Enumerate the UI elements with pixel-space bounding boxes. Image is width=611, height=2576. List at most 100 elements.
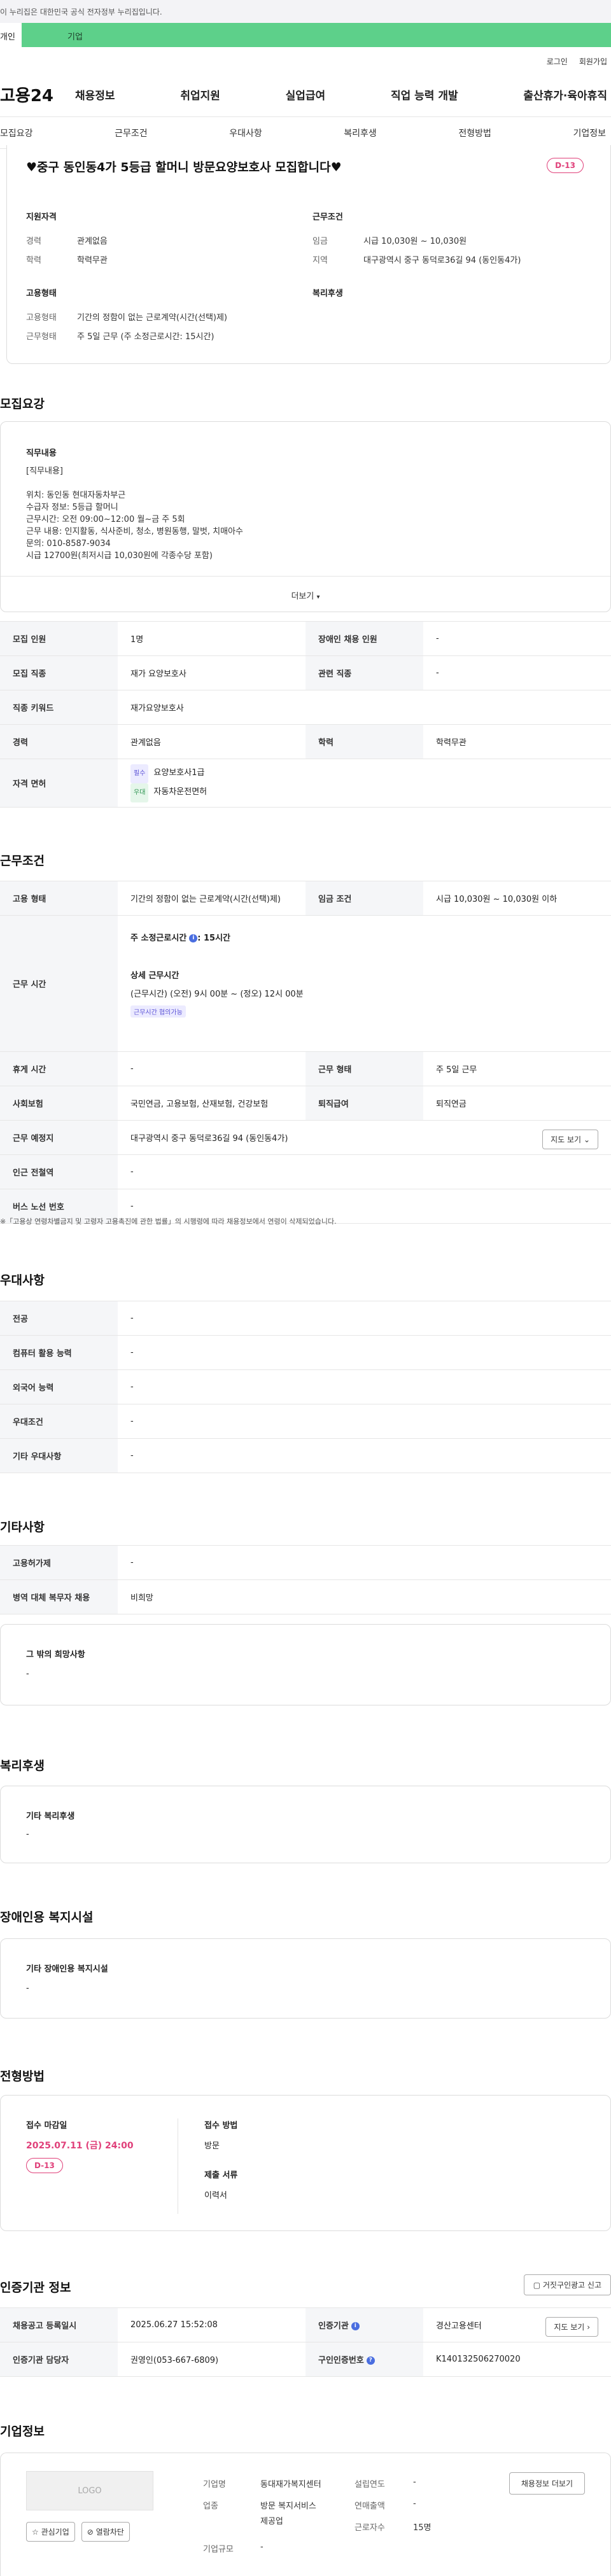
info-icon[interactable]: ? bbox=[366, 2356, 375, 2365]
tab-personal[interactable]: 개인 bbox=[0, 23, 22, 47]
keyword-value: 재가요양보호사 bbox=[118, 690, 611, 725]
anchor-work[interactable]: 근무조건 bbox=[115, 127, 148, 139]
station-value: - bbox=[118, 1154, 611, 1189]
anchor-selection[interactable]: 전형방법 bbox=[458, 127, 491, 139]
edu-row-label: 학력 bbox=[306, 724, 423, 759]
table-row: 모집 인원 1명 장애인 채용 인원 - bbox=[0, 621, 611, 656]
favorite-company-button[interactable]: ☆ 관심기업 bbox=[26, 2522, 75, 2542]
anchor-recruit[interactable]: 모집요강 bbox=[0, 127, 33, 139]
agency-org-label-text: 인증기관 bbox=[318, 2321, 349, 2331]
workplace-value: 대구광역시 중구 동덕로36길 94 (동인동4가) 지도 보기 ⌄ bbox=[118, 1120, 611, 1155]
report-icon: ▢ bbox=[533, 2281, 541, 2290]
license-value: 필수 요양보호사1급 우대 자동차운전면허 bbox=[118, 759, 611, 808]
company-size-label: 기업규모 bbox=[203, 2545, 234, 2554]
table-row: 외국어 능력 - bbox=[0, 1369, 611, 1404]
industry-value-line: 제공업 bbox=[260, 2517, 283, 2526]
hours-value: 주 소정근로시간 i: 15시간 상세 근무시간 (근무시간) (오전) 9시 0… bbox=[118, 915, 611, 1052]
prefer-value: - bbox=[118, 1369, 611, 1404]
required-tag: 필수 bbox=[130, 764, 149, 783]
tab-company[interactable]: 기업 bbox=[22, 23, 611, 47]
welfare-card-title: 기타 복리후생 bbox=[26, 1812, 75, 1821]
employment-type-label: 고용형태 bbox=[26, 313, 57, 323]
prefer-value: - bbox=[118, 1301, 611, 1336]
etc-value: 비희망 bbox=[118, 1579, 611, 1614]
job-label: 모집 직종 bbox=[0, 655, 118, 690]
deadline-title: 접수 마감일 bbox=[26, 2121, 67, 2131]
more-button[interactable]: 더보기 ▾ bbox=[1, 576, 610, 612]
industry-value-line: 방문 복지서비스 bbox=[260, 2502, 316, 2511]
welfare-section-title: 복리후생 bbox=[0, 1759, 45, 1773]
gnb-item-jobs[interactable]: 채용정보 bbox=[75, 87, 115, 102]
welfare-card: 기타 복리후생 - bbox=[0, 1786, 611, 1863]
anchor-company[interactable]: 기업정보 bbox=[573, 127, 606, 139]
report-button-label: 거짓구인광고 신고 bbox=[542, 2281, 601, 2290]
duty-line: 위치: 동인동 현대자동차부근 bbox=[26, 491, 126, 500]
pension-value: 퇴직연금 bbox=[423, 1086, 611, 1121]
favorite-label: 관심기업 bbox=[41, 2528, 69, 2537]
disability-card: 기타 장애인용 복지시설 - bbox=[0, 1938, 611, 2019]
employees-value: 15명 bbox=[413, 2523, 432, 2533]
disabled-value: - bbox=[423, 621, 611, 656]
login-link[interactable]: 로그인 bbox=[547, 56, 568, 73]
license-item: 요양보호사1급 bbox=[153, 767, 205, 778]
headcount-value: 1명 bbox=[118, 621, 306, 656]
map-button[interactable]: 지도 보기 ⌄ bbox=[542, 1130, 598, 1149]
logo-placeholder-text: LOGO bbox=[78, 2486, 102, 2496]
gnb-item-employment-support[interactable]: 취업지원 bbox=[180, 87, 220, 102]
related-label: 관련 직종 bbox=[306, 655, 423, 690]
chevron-down-icon: ▾ bbox=[316, 594, 320, 601]
keyword-label: 직종 키워드 bbox=[0, 690, 118, 725]
disability-card-value: - bbox=[26, 1984, 29, 1993]
disabled-label: 장애인 채용 인원 bbox=[306, 621, 423, 656]
work-section-title: 근무조건 bbox=[0, 854, 45, 868]
table-row: 채용공고 등록일시 2025.06.27 15:52:08 인증기관 i 경산고용… bbox=[0, 2307, 611, 2342]
prefer-value: - bbox=[118, 1438, 611, 1473]
disability-card-title: 기타 장애인용 복지시설 bbox=[26, 1964, 108, 1974]
insurance-value: 국민연금, 고용보험, 산재보험, 건강보험 bbox=[118, 1086, 306, 1121]
block-company-button[interactable]: ⊘ 열람차단 bbox=[81, 2522, 130, 2542]
company-name-value: 동대재가복지센터 bbox=[260, 2480, 321, 2489]
site-logo[interactable]: 고용24 bbox=[0, 83, 75, 106]
preferred-tag: 우대 bbox=[130, 783, 149, 802]
manager-value: 권영인(053-667-6809) bbox=[118, 2342, 306, 2377]
recruit-section-title: 모집요강 bbox=[0, 397, 45, 411]
agency-org-label: 인증기관 i bbox=[306, 2307, 423, 2342]
prefer-table: 전공 - 컴퓨터 활용 능력 - 외국어 능력 - 우대조건 - 기타 우대사항 - bbox=[0, 1301, 611, 1473]
founded-value: - bbox=[413, 2477, 416, 2487]
recruit-table: 모집 인원 1명 장애인 채용 인원 - 모집 직종 재가 요양보호사 관련 직… bbox=[0, 621, 611, 808]
docs-value: 이력서 bbox=[204, 2191, 227, 2201]
prefer-section-title: 우대사항 bbox=[0, 1273, 45, 1287]
company-name-label: 기업명 bbox=[203, 2480, 226, 2489]
etc-section-title: 기타사항 bbox=[0, 1520, 45, 1534]
company-size-value: - bbox=[260, 2542, 263, 2552]
join-link[interactable]: 회원가입 bbox=[579, 56, 607, 73]
agency-map-button[interactable]: 지도 보기 › bbox=[545, 2317, 598, 2337]
gnb-item-unemployment-benefit[interactable]: 실업급여 bbox=[286, 87, 326, 102]
info-icon[interactable]: i bbox=[189, 934, 198, 942]
edu-row-value: 학력무관 bbox=[423, 724, 611, 759]
table-row: 경력 관계없음 학력 학력무관 bbox=[0, 724, 611, 759]
employment-type-title: 고용형태 bbox=[26, 289, 57, 298]
region-label: 지역 bbox=[313, 256, 328, 265]
other-wishes-value: - bbox=[26, 1669, 29, 1679]
block-icon: ⊘ bbox=[87, 2528, 94, 2537]
info-icon[interactable]: i bbox=[351, 2322, 360, 2330]
table-row: 휴게 시간 - 근무 형태 주 5일 근무 bbox=[0, 1051, 611, 1086]
etc-label: 병역 대체 복무자 채용 bbox=[0, 1579, 118, 1614]
anchor-welfare[interactable]: 복리후생 bbox=[344, 127, 377, 139]
duty-line bbox=[26, 477, 243, 489]
prefer-value: - bbox=[118, 1335, 611, 1370]
gnb-item-skills[interactable]: 직업 능력 개발 bbox=[391, 87, 458, 102]
company-jobs-button[interactable]: 채용정보 더보기 bbox=[509, 2472, 585, 2495]
related-value: - bbox=[423, 655, 611, 690]
agency-org-name: 경산고용센터 bbox=[436, 2321, 482, 2331]
company-logo-placeholder: LOGO bbox=[26, 2471, 153, 2510]
section-anchor-nav: 모집요강 근무조건 우대사항 복리후생 전형방법 기업정보 bbox=[0, 117, 611, 149]
report-fake-ad-button[interactable]: ▢ 거짓구인광고 신고 bbox=[523, 2274, 611, 2295]
gnb-item-parental-leave[interactable]: 출산휴가·육아휴직 bbox=[523, 87, 607, 102]
table-row: 고용허가제 - bbox=[0, 1545, 611, 1580]
anchor-prefer[interactable]: 우대사항 bbox=[229, 127, 262, 139]
license-label: 자격 면허 bbox=[0, 759, 118, 808]
edu-value: 학력무관 bbox=[77, 256, 108, 265]
hours-detail: (근무시간) (오전) 9시 00분 ~ (정오) 12시 00분 bbox=[130, 990, 304, 999]
